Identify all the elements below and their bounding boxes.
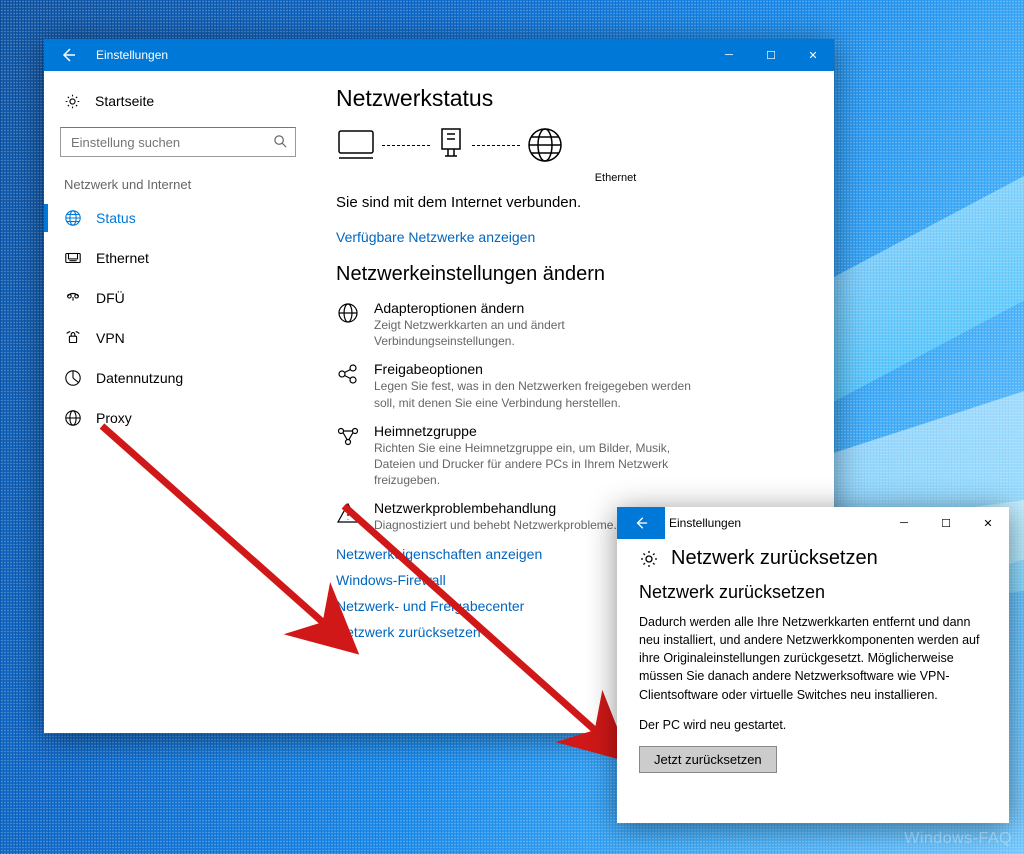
- sharing-icon: [336, 362, 360, 386]
- network-diagram: [336, 126, 810, 164]
- dialog-title: Einstellungen: [665, 516, 741, 530]
- option-desc: Diagnostiziert und behebt Netzwerkproble…: [374, 517, 617, 533]
- option-homegroup[interactable]: Heimnetzgruppe Richten Sie eine Heimnetz…: [336, 423, 810, 489]
- homegroup-icon: [336, 424, 360, 448]
- vpn-icon: [64, 329, 82, 347]
- option-adapter[interactable]: Adapteroptionen ändern Zeigt Netzwerkkar…: [336, 300, 810, 349]
- option-desc: Richten Sie eine Heimnetzgruppe ein, um …: [374, 440, 704, 489]
- dialog-close[interactable]: ✕: [967, 507, 1009, 539]
- dialog-maximize[interactable]: ☐: [925, 507, 967, 539]
- section-heading: Netzwerkeinstellungen ändern: [336, 263, 810, 286]
- sidebar-section: Netzwerk und Internet: [44, 165, 312, 198]
- available-networks-link[interactable]: Verfügbare Netzwerke anzeigen: [336, 229, 810, 245]
- sidebar-home[interactable]: Startseite: [44, 83, 312, 119]
- sidebar-home-label: Startseite: [95, 93, 154, 109]
- warning-icon: [336, 501, 360, 525]
- option-desc: Legen Sie fest, was in den Netzwerken fr…: [374, 378, 704, 410]
- ethernet-icon: [64, 249, 82, 267]
- reset-dialog-window: Einstellungen ─ ☐ ✕ Netzwerk zurücksetze…: [617, 507, 1009, 823]
- data-usage-icon: [64, 369, 82, 387]
- nav-label: VPN: [96, 330, 125, 346]
- sidebar-item-dialup[interactable]: DFÜ: [44, 278, 312, 318]
- window-maximize[interactable]: ☐: [750, 39, 792, 71]
- option-desc: Zeigt Netzwerkkarten an und ändert Verbi…: [374, 317, 704, 349]
- dialog-body-text: Dadurch werden alle Ihre Netzwerkkarten …: [639, 613, 987, 704]
- dialog-minimize[interactable]: ─: [883, 507, 925, 539]
- router-icon: [436, 127, 466, 163]
- diagram-label: Ethernet: [421, 172, 810, 184]
- gear-icon: [64, 93, 81, 110]
- sidebar-item-vpn[interactable]: VPN: [44, 318, 312, 358]
- page-title: Netzwerkstatus: [336, 85, 810, 112]
- dialog-subheading: Netzwerk zurücksetzen: [639, 582, 987, 603]
- watermark: Windows-FAQ: [904, 830, 1012, 848]
- gear-icon: [639, 549, 659, 569]
- nav-label: Datennutzung: [96, 370, 183, 386]
- option-title: Adapteroptionen ändern: [374, 300, 704, 316]
- nav-label: Status: [96, 210, 136, 226]
- nav-label: Proxy: [96, 410, 132, 426]
- sidebar-item-proxy[interactable]: Proxy: [44, 398, 312, 438]
- option-sharing[interactable]: Freigabeoptionen Legen Sie fest, was in …: [336, 361, 810, 410]
- globe-icon: [526, 126, 564, 164]
- sidebar: Startseite Netzwerk und Internet Status …: [44, 71, 312, 733]
- adapter-icon: [336, 301, 360, 325]
- connection-status-text: Sie sind mit dem Internet verbunden.: [336, 194, 810, 211]
- option-title: Netzwerkproblembehandlung: [374, 500, 617, 516]
- globe-icon: [64, 209, 82, 227]
- sidebar-item-status[interactable]: Status: [44, 198, 312, 238]
- window-close[interactable]: ✕: [792, 39, 834, 71]
- dialup-icon: [64, 289, 82, 307]
- search-icon: [273, 134, 288, 152]
- window-title: Einstellungen: [92, 48, 168, 62]
- dialog-back-button[interactable]: [617, 507, 665, 539]
- option-title: Heimnetzgruppe: [374, 423, 704, 439]
- option-title: Freigabeoptionen: [374, 361, 704, 377]
- pc-icon: [336, 128, 376, 162]
- proxy-icon: [64, 409, 82, 427]
- dialog-restart-text: Der PC wird neu gestartet.: [639, 716, 987, 734]
- search-input[interactable]: [60, 127, 296, 157]
- dialog-heading: Netzwerk zurücksetzen: [639, 547, 987, 570]
- window-minimize[interactable]: ─: [708, 39, 750, 71]
- titlebar: Einstellungen ─ ☐ ✕: [44, 39, 834, 71]
- dialog-heading-text: Netzwerk zurücksetzen: [671, 547, 878, 570]
- nav-label: DFÜ: [96, 290, 125, 306]
- dialog-titlebar: Einstellungen ─ ☐ ✕: [617, 507, 1009, 539]
- sidebar-item-ethernet[interactable]: Ethernet: [44, 238, 312, 278]
- back-button[interactable]: [44, 39, 92, 71]
- reset-now-button[interactable]: Jetzt zurücksetzen: [639, 746, 777, 773]
- nav-label: Ethernet: [96, 250, 149, 266]
- sidebar-item-data-usage[interactable]: Datennutzung: [44, 358, 312, 398]
